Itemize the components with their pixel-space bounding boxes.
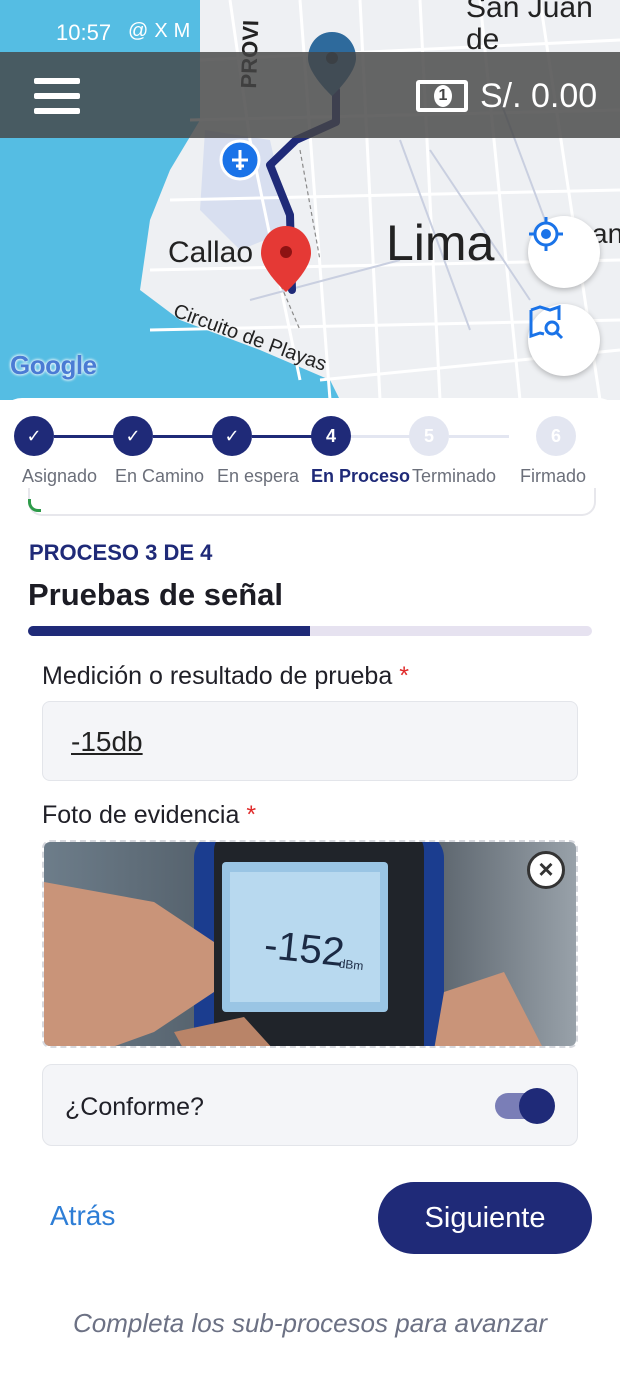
required-marker: * [246, 801, 257, 829]
progress-stepper: ✓ ✓ ✓ 4 5 6 Asignado En Camino En espera… [0, 398, 620, 502]
step-2-check-icon: ✓ [113, 416, 153, 456]
gmail-icon: M [173, 20, 197, 42]
required-marker: * [399, 662, 409, 690]
status-time: 10:57 [56, 20, 112, 45]
crosshair-icon [529, 217, 563, 251]
step-label-en-camino: En Camino [115, 466, 205, 486]
remove-photo-button[interactable]: × [527, 851, 565, 889]
map-search-icon [529, 304, 564, 340]
step-3-check-icon: ✓ [212, 416, 252, 456]
evidence-photo[interactable]: -152 dBm [42, 840, 578, 1048]
process-progress-bar [28, 626, 592, 636]
step-4-indicator: 4 [311, 416, 351, 456]
next-button[interactable]: Siguiente [378, 1182, 592, 1254]
meter-unit: dBm [338, 957, 364, 974]
conforme-label: ¿Conforme? [65, 1093, 204, 1121]
my-location-button[interactable] [528, 216, 600, 288]
previous-process-card[interactable] [28, 488, 596, 516]
balance-amount: S/. 0.00 [480, 77, 598, 115]
process-title: Pruebas de señal [28, 577, 284, 612]
conforme-toggle[interactable] [495, 1088, 555, 1124]
close-icon: × [538, 854, 554, 884]
process-counter: PROCESO 3 DE 4 [29, 540, 213, 565]
step-label-firmado: Firmado [520, 466, 587, 486]
step-label-en-proceso: En Proceso [311, 466, 411, 486]
toggle-knob [519, 1088, 555, 1124]
status-notification-icons: @XM [128, 20, 196, 43]
signal-meter-photo: -152 dBm [44, 842, 576, 1046]
conforme-row: ¿Conforme? [42, 1064, 578, 1146]
x-icon: X [154, 20, 174, 42]
measure-input[interactable]: -15db [42, 701, 578, 781]
google-logo: Google [10, 350, 97, 380]
back-button[interactable]: Atrás [50, 1200, 115, 1232]
threads-icon: @ [128, 20, 155, 42]
map-label-city: Lima [386, 215, 495, 271]
step-6-indicator: 6 [536, 416, 576, 456]
map-label-district: San Juan de Lurigancho [466, 0, 593, 50]
step-label-terminado: Terminado [412, 466, 497, 486]
banknote-icon: 1 [416, 80, 468, 112]
step-1-check-icon: ✓ [14, 416, 54, 456]
measure-field-label: Medición o resultado de prueba * [42, 662, 409, 690]
hint-text: Completa los sub-procesos para avanzar [72, 1308, 548, 1338]
meter-reading: -152 [262, 923, 346, 975]
hamburger-menu-icon[interactable] [34, 78, 80, 114]
map-search-button[interactable] [528, 304, 600, 376]
map-label-port: Callao [168, 236, 254, 269]
step-label-asignado: Asignado [22, 466, 98, 486]
measure-input-value: -15db [71, 726, 143, 757]
photo-field-label: Foto de evidencia * [42, 801, 257, 829]
step-5-indicator: 5 [409, 416, 449, 456]
step-label-en-espera: En espera [217, 466, 300, 486]
process-progress-fill [28, 626, 310, 636]
